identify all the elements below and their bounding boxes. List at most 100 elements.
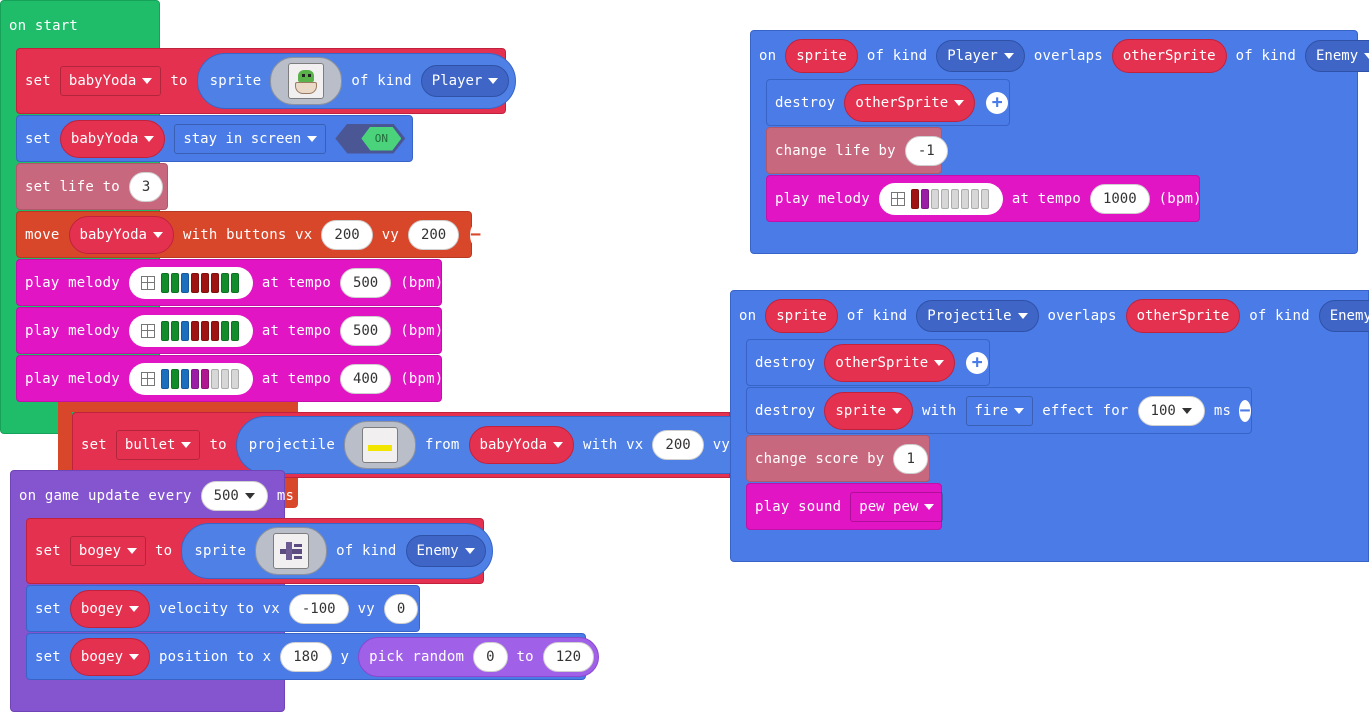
melody-note: [180, 320, 189, 341]
variable-dropdown-othersprite[interactable]: otherSprite: [844, 83, 976, 122]
variable-dropdown-babyyoda[interactable]: babyYoda: [59, 119, 166, 158]
sound-dropdown-pew-pew[interactable]: pew pew: [850, 491, 944, 522]
play-melody-label: play melody: [25, 322, 120, 339]
kind-dropdown-player[interactable]: Player: [420, 65, 510, 97]
variable-dropdown-bogey[interactable]: bogey: [69, 589, 151, 628]
melody-editor[interactable]: [128, 266, 253, 299]
variable-dropdown-babyyoda[interactable]: babyYoda: [468, 426, 574, 464]
play-melody-block[interactable]: play melody at tempo 400 (bpm): [16, 355, 443, 402]
projectile-constructor[interactable]: projectile from babyYoda with vx 200 vy: [235, 416, 769, 474]
vy-input[interactable]: 200: [407, 219, 460, 250]
effect-dropdown-fire[interactable]: fire: [965, 395, 1034, 426]
kind-dropdown-projectile[interactable]: Projectile: [916, 300, 1039, 332]
vy-input[interactable]: 0: [383, 593, 419, 624]
melody-note: [950, 188, 959, 209]
play-melody-block[interactable]: play melody at tempo 1000 (bpm): [766, 175, 1202, 222]
plus-icon[interactable]: +: [966, 351, 989, 374]
kind-dropdown-enemy[interactable]: Enemy: [405, 535, 486, 567]
kind-dropdown-player[interactable]: Player: [936, 40, 1025, 72]
set-life-block[interactable]: set life to 3: [16, 163, 168, 210]
variable-dropdown-othersprite[interactable]: otherSprite: [824, 343, 956, 382]
play-sound-block[interactable]: play sound pew pew: [746, 483, 944, 530]
sprite-param[interactable]: sprite: [785, 39, 858, 73]
sprite-constructor[interactable]: sprite of kind Player: [196, 53, 517, 109]
tempo-input[interactable]: 1000: [1089, 183, 1150, 214]
move-with-buttons-block[interactable]: move babyYoda with buttons vx 200 vy 200…: [16, 211, 482, 258]
play-sound-label: play sound: [755, 498, 842, 515]
chevron-down-icon: [1003, 53, 1014, 59]
melody-note: [940, 188, 949, 209]
chevron-down-icon: [552, 442, 563, 448]
bullet-sprite-icon: [362, 427, 399, 463]
melody-note: [230, 320, 239, 341]
vx-input[interactable]: 200: [321, 219, 373, 250]
sprite-image-editor[interactable]: [255, 527, 328, 575]
melody-editor[interactable]: [128, 314, 253, 347]
change-score-block[interactable]: change score by 1: [746, 435, 930, 482]
sprite-constructor[interactable]: sprite of kind Enemy: [181, 523, 493, 579]
minus-icon[interactable]: −: [470, 223, 482, 246]
variable-dropdown-bogey[interactable]: bogey: [69, 536, 147, 566]
set-projectile-block[interactable]: set bullet to projectile from babyYoda w…: [72, 412, 769, 478]
melody-note: [200, 272, 209, 293]
destroy-block[interactable]: destroy otherSprite +: [766, 79, 1010, 126]
vx-input[interactable]: 200: [652, 430, 704, 460]
on-label: on: [759, 48, 777, 64]
melody-editor[interactable]: [878, 182, 1003, 215]
change-life-label: change life by: [775, 142, 896, 159]
variable-dropdown-bullet[interactable]: bullet: [115, 430, 201, 460]
melody-note: [160, 320, 169, 341]
stay-in-screen-block[interactable]: set babyYoda stay in screen ON: [16, 115, 413, 162]
random-min-input[interactable]: 0: [473, 641, 508, 672]
vx-input[interactable]: -100: [288, 593, 349, 624]
baby-yoda-sprite-icon: [288, 63, 325, 99]
pick-random-block[interactable]: pick random 0 to 120: [358, 636, 600, 677]
set-velocity-block[interactable]: set bogey velocity to vx -100 vy 0: [26, 585, 420, 632]
effect-duration-dropdown[interactable]: 100: [1137, 395, 1205, 426]
change-life-block[interactable]: change life by -1: [766, 127, 948, 174]
to-label: to: [155, 543, 173, 559]
set-life-label: set life to: [25, 178, 120, 195]
life-change-input[interactable]: -1: [904, 135, 948, 166]
melody-editor[interactable]: [128, 362, 253, 395]
life-value-input[interactable]: 3: [128, 171, 164, 202]
play-melody-block[interactable]: play melody at tempo 500 (bpm): [16, 307, 443, 354]
interval-dropdown[interactable]: 500: [200, 481, 268, 511]
projectile-image-editor[interactable]: [344, 421, 417, 469]
random-max-input[interactable]: 120: [542, 641, 595, 672]
score-change-input[interactable]: 1: [893, 443, 928, 474]
sprite-param[interactable]: sprite: [765, 299, 838, 333]
melody-note: [230, 272, 239, 293]
variable-dropdown-babyyoda[interactable]: babyYoda: [68, 215, 174, 254]
set-position-block[interactable]: set bogey position to x 180 y pick rando…: [26, 633, 600, 680]
chevron-down-icon: [464, 548, 475, 554]
x-input[interactable]: 180: [280, 641, 332, 672]
on-off-toggle[interactable]: ON: [335, 123, 406, 154]
set-label: set: [25, 73, 51, 89]
destroy-block[interactable]: destroy otherSprite +: [746, 339, 990, 386]
at-tempo-label: at tempo: [261, 274, 331, 291]
chevron-down-icon: [142, 78, 153, 84]
variable-dropdown-bogey[interactable]: bogey: [69, 637, 151, 676]
other-sprite-param[interactable]: otherSprite: [1111, 39, 1227, 73]
sprite-image-editor[interactable]: [270, 57, 343, 105]
tempo-input[interactable]: 400: [339, 363, 392, 394]
at-tempo-label: at tempo: [1011, 190, 1081, 207]
kind-dropdown-enemy[interactable]: Enemy: [1304, 40, 1369, 72]
variable-dropdown-babyyoda[interactable]: babyYoda: [59, 66, 162, 96]
set-sprite-block[interactable]: set babyYoda to sprite of kind Player: [16, 48, 517, 114]
plus-icon[interactable]: +: [986, 91, 1009, 114]
set-label: set: [35, 543, 61, 559]
tempo-input[interactable]: 500: [339, 315, 392, 346]
kind-dropdown-enemy[interactable]: Enemy: [1318, 300, 1369, 332]
sprite-label: sprite: [209, 73, 262, 89]
play-melody-block[interactable]: play melody at tempo 500 (bpm): [16, 259, 443, 306]
destroy-with-effect-block[interactable]: destroy sprite with fire effect for 100 …: [746, 387, 1252, 434]
minus-icon[interactable]: −: [1239, 399, 1251, 422]
set-enemy-sprite-block[interactable]: set bogey to sprite of kind Enemy: [26, 518, 493, 584]
tempo-input[interactable]: 500: [339, 267, 392, 298]
flag-dropdown-stay-in-screen[interactable]: stay in screen: [174, 123, 327, 154]
other-sprite-param[interactable]: otherSprite: [1125, 299, 1241, 333]
ms-label: ms: [1213, 402, 1232, 419]
variable-dropdown-sprite[interactable]: sprite: [824, 391, 913, 430]
